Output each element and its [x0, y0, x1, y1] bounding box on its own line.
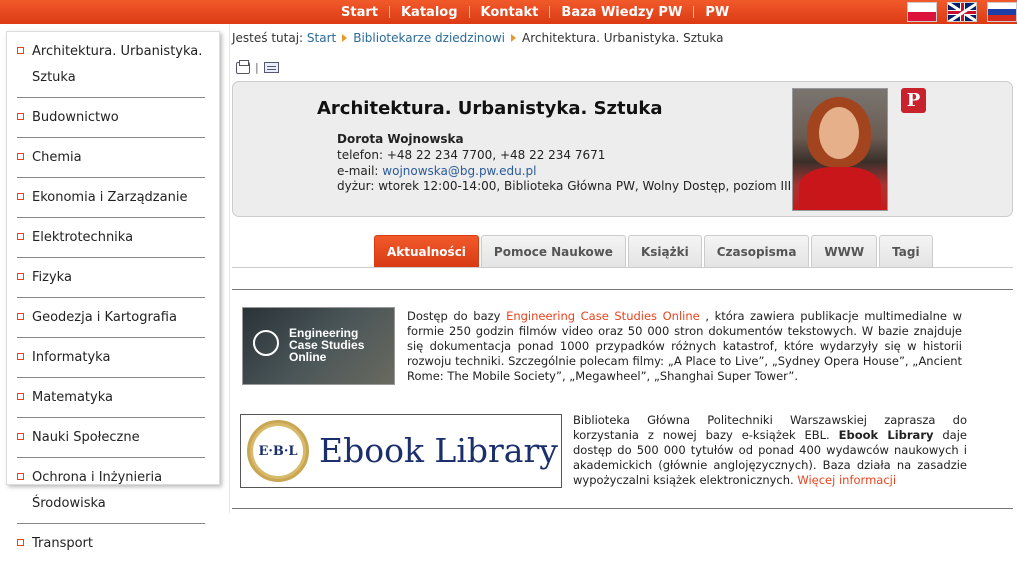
- sidebar-item-budownictwo[interactable]: Budownictwo: [17, 98, 205, 138]
- sidebar: Architektura. Urbanistyka. Sztuka Budown…: [6, 31, 220, 551]
- tab-underline: [232, 267, 1013, 268]
- bullet-icon: [17, 393, 24, 400]
- page-title: Architektura. Urbanistyka. Sztuka: [317, 98, 663, 119]
- sidebar-item-architektura[interactable]: Architektura. Urbanistyka. Sztuka: [17, 32, 205, 98]
- ebl-badge-icon: E·B·L: [247, 420, 309, 482]
- email-icon[interactable]: [263, 62, 279, 73]
- top-navigation-bar: Start Katalog Kontakt Baza Wiedzy PW PW: [0, 0, 1017, 24]
- breadcrumb-current: Architektura. Urbanistyka. Sztuka: [522, 31, 724, 45]
- flag-pl-icon[interactable]: [907, 2, 937, 22]
- librarian-photo: [792, 88, 888, 211]
- engineering-case-studies-image[interactable]: Engineering Case Studies Online: [242, 307, 395, 385]
- content-tabs: Aktualności Pomoce Naukowe Książki Czaso…: [374, 235, 933, 267]
- more-info-link[interactable]: Więcej informacji: [797, 473, 896, 487]
- tab-aktualnosci[interactable]: Aktualności: [374, 235, 479, 267]
- news-divider-bottom: [232, 508, 1013, 509]
- bullet-icon: [17, 113, 24, 120]
- bullet-icon: [17, 47, 24, 54]
- nav-kontakt[interactable]: Kontakt: [470, 5, 550, 20]
- breadcrumb: Jesteś tutaj: Start Bibliotekarze dziedz…: [232, 31, 723, 45]
- sidebar-item-chemia[interactable]: Chemia: [17, 138, 205, 178]
- nav-baza-wiedzy[interactable]: Baza Wiedzy PW: [550, 5, 693, 20]
- sidebar-item-matematyka[interactable]: Matematyka: [17, 378, 205, 418]
- engineering-case-studies-link[interactable]: Engineering Case Studies Online: [506, 309, 700, 323]
- sidebar-item-transport[interactable]: Transport: [17, 524, 205, 563]
- flag-ru-icon[interactable]: [987, 2, 1017, 22]
- bullet-icon: [17, 193, 24, 200]
- email-link[interactable]: wojnowska@bg.pw.edu.pl: [382, 164, 536, 178]
- bullet-icon: [17, 313, 24, 320]
- tab-www[interactable]: WWW: [811, 235, 878, 267]
- nav-pw[interactable]: PW: [694, 5, 740, 20]
- pinterest-icon[interactable]: P: [901, 88, 926, 113]
- breadcrumb-arrow-icon: [511, 34, 517, 42]
- page-tools: |: [236, 59, 279, 74]
- bullet-icon: [17, 353, 24, 360]
- news-item-ebl: Biblioteka Główna Politechniki Warszawsk…: [573, 413, 967, 487]
- sidebar-item-informatyka[interactable]: Informatyka: [17, 338, 205, 378]
- top-nav: Start Katalog Kontakt Baza Wiedzy PW PW: [330, 0, 740, 24]
- tab-pomoce-naukowe[interactable]: Pomoce Naukowe: [480, 235, 626, 267]
- print-icon[interactable]: [236, 59, 250, 74]
- bullet-icon: [17, 473, 24, 480]
- content-divider: [229, 24, 230, 513]
- tab-ksiazki[interactable]: Książki: [627, 235, 702, 267]
- librarian-profile: Architektura. Urbanistyka. Sztuka Dorota…: [232, 81, 1013, 217]
- sidebar-item-elektrotechnika[interactable]: Elektrotechnika: [17, 218, 205, 258]
- ecs-logo-icon: [253, 330, 279, 356]
- news-divider: [232, 289, 1013, 290]
- tab-tagi[interactable]: Tagi: [879, 235, 933, 267]
- breadcrumb-bibliotekarze[interactable]: Bibliotekarze dziedzinowi: [353, 31, 505, 45]
- breadcrumb-start[interactable]: Start: [307, 31, 336, 45]
- bullet-icon: [17, 539, 24, 546]
- sidebar-item-nauki-spoleczne[interactable]: Nauki Społeczne: [17, 418, 205, 458]
- bullet-icon: [17, 153, 24, 160]
- nav-start[interactable]: Start: [330, 5, 389, 20]
- bullet-icon: [17, 233, 24, 240]
- librarian-email: e-mail: wojnowska@bg.pw.edu.pl: [337, 164, 537, 178]
- ecs-image-text: Engineering Case Studies Online: [289, 326, 365, 364]
- bullet-icon: [17, 273, 24, 280]
- breadcrumb-arrow-icon: [342, 34, 348, 42]
- nav-katalog[interactable]: Katalog: [390, 5, 469, 20]
- breadcrumb-prefix: Jesteś tutaj:: [232, 31, 304, 45]
- bullet-icon: [17, 433, 24, 440]
- sidebar-item-ekonomia[interactable]: Ekonomia i Zarządzanie: [17, 178, 205, 218]
- sidebar-item-geodezja[interactable]: Geodezja i Kartografia: [17, 298, 205, 338]
- librarian-phone: telefon: +48 22 234 7700, +48 22 234 767…: [337, 148, 606, 162]
- flag-gb-icon[interactable]: [947, 2, 977, 22]
- news-item-engineering: Dostęp do bazy Engineering Case Studies …: [407, 309, 962, 383]
- language-flags: [907, 2, 1017, 22]
- sidebar-item-fizyka[interactable]: Fizyka: [17, 258, 205, 298]
- ebook-library-logo[interactable]: E·B·L Ebook Library: [240, 414, 562, 488]
- sidebar-item-ochrona[interactable]: Ochrona i Inżynieria Środowiska: [17, 458, 205, 524]
- librarian-name: Dorota Wojnowska: [337, 132, 464, 146]
- tools-separator: |: [255, 61, 259, 74]
- librarian-duty-hours: dyżur: wtorek 12:00-14:00, Biblioteka Gł…: [337, 179, 792, 193]
- tab-czasopisma[interactable]: Czasopisma: [703, 235, 810, 267]
